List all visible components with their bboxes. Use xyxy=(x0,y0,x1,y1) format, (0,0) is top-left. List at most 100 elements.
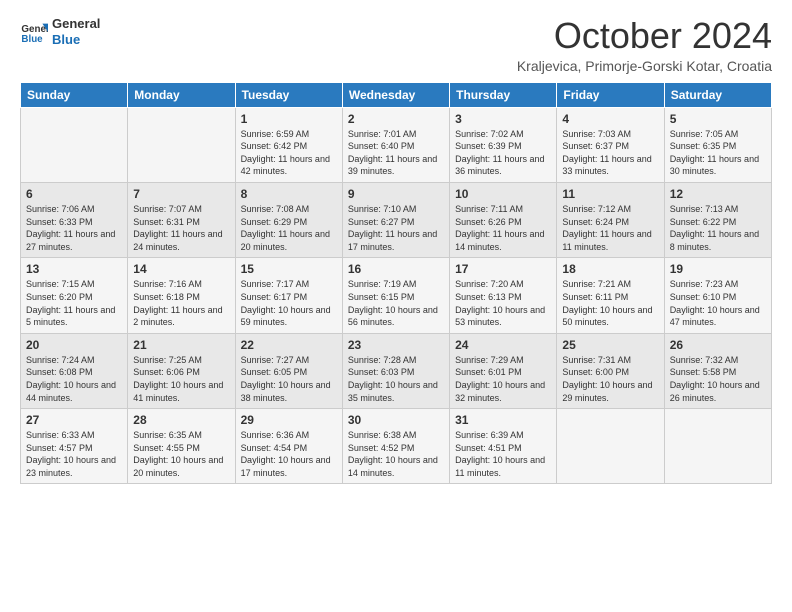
day-info: Sunrise: 7:05 AMSunset: 6:35 PMDaylight:… xyxy=(670,128,766,178)
day-number: 1 xyxy=(241,112,337,126)
calendar-day-cell: 10 Sunrise: 7:11 AMSunset: 6:26 PMDayligh… xyxy=(450,182,557,257)
day-info: Sunrise: 7:19 AMSunset: 6:15 PMDaylight:… xyxy=(348,278,444,328)
day-info: Sunrise: 7:16 AMSunset: 6:18 PMDaylight:… xyxy=(133,278,229,328)
day-info: Sunrise: 7:10 AMSunset: 6:27 PMDaylight:… xyxy=(348,203,444,253)
calendar-day-cell: 31Sunrise: 6:39 AMSunset: 4:51 PMDayligh… xyxy=(450,409,557,484)
calendar-day-cell: 25Sunrise: 7:31 AMSunset: 6:00 PMDayligh… xyxy=(557,333,664,408)
calendar-day-cell: 8 Sunrise: 7:08 AMSunset: 6:29 PMDaylight… xyxy=(235,182,342,257)
calendar-day-cell xyxy=(557,409,664,484)
day-number: 17 xyxy=(455,262,551,276)
day-number: 12 xyxy=(670,187,766,201)
day-number: 31 xyxy=(455,413,551,427)
title-block: October 2024 Kraljevica, Primorje-Gorski… xyxy=(517,16,772,74)
calendar-week-row: 13 Sunrise: 7:15 AMSunset: 6:20 PMDayligh… xyxy=(21,258,772,333)
weekday-header: Saturday xyxy=(664,82,771,107)
day-info: Sunrise: 7:25 AMSunset: 6:06 PMDaylight:… xyxy=(133,354,229,404)
day-number: 29 xyxy=(241,413,337,427)
calendar-day-cell: 1Sunrise: 6:59 AMSunset: 6:42 PMDaylight… xyxy=(235,107,342,182)
calendar-day-cell: 4 Sunrise: 7:03 AMSunset: 6:37 PMDaylight… xyxy=(557,107,664,182)
calendar-week-row: 6 Sunrise: 7:06 AMSunset: 6:33 PMDaylight… xyxy=(21,182,772,257)
calendar-day-cell: 5Sunrise: 7:05 AMSunset: 6:35 PMDaylight… xyxy=(664,107,771,182)
calendar-day-cell: 3 Sunrise: 7:02 AMSunset: 6:39 PMDaylight… xyxy=(450,107,557,182)
calendar-day-cell: 27 Sunrise: 6:33 AMSunset: 4:57 PMDayligh… xyxy=(21,409,128,484)
day-info: Sunrise: 6:38 AMSunset: 4:52 PMDaylight:… xyxy=(348,429,444,479)
weekday-header: Thursday xyxy=(450,82,557,107)
day-info: Sunrise: 6:36 AMSunset: 4:54 PMDaylight:… xyxy=(241,429,337,479)
calendar-day-cell: 30 Sunrise: 6:38 AMSunset: 4:52 PMDayligh… xyxy=(342,409,449,484)
weekday-header: Sunday xyxy=(21,82,128,107)
calendar-day-cell: 22 Sunrise: 7:27 AMSunset: 6:05 PMDayligh… xyxy=(235,333,342,408)
day-number: 27 xyxy=(26,413,122,427)
calendar-title: October 2024 xyxy=(517,16,772,56)
header: General Blue General Blue October 2024 K… xyxy=(20,16,772,74)
day-info: Sunrise: 7:03 AMSunset: 6:37 PMDaylight:… xyxy=(562,128,658,178)
day-number: 23 xyxy=(348,338,444,352)
day-info: Sunrise: 7:02 AMSunset: 6:39 PMDaylight:… xyxy=(455,128,551,178)
day-number: 10 xyxy=(455,187,551,201)
day-info: Sunrise: 7:06 AMSunset: 6:33 PMDaylight:… xyxy=(26,203,122,253)
day-info: Sunrise: 7:21 AMSunset: 6:11 PMDaylight:… xyxy=(562,278,658,328)
calendar-day-cell: 13 Sunrise: 7:15 AMSunset: 6:20 PMDayligh… xyxy=(21,258,128,333)
weekday-header: Wednesday xyxy=(342,82,449,107)
logo: General Blue General Blue xyxy=(20,16,100,47)
day-info: Sunrise: 7:01 AMSunset: 6:40 PMDaylight:… xyxy=(348,128,444,178)
weekday-header: Friday xyxy=(557,82,664,107)
day-number: 13 xyxy=(26,262,122,276)
day-info: Sunrise: 7:31 AMSunset: 6:00 PMDaylight:… xyxy=(562,354,658,404)
day-info: Sunrise: 7:13 AMSunset: 6:22 PMDaylight:… xyxy=(670,203,766,253)
logo-general: General xyxy=(52,16,100,32)
day-number: 24 xyxy=(455,338,551,352)
day-number: 8 xyxy=(241,187,337,201)
calendar-day-cell: 16Sunrise: 7:19 AMSunset: 6:15 PMDayligh… xyxy=(342,258,449,333)
calendar-day-cell: 20Sunrise: 7:24 AMSunset: 6:08 PMDayligh… xyxy=(21,333,128,408)
calendar-day-cell: 29 Sunrise: 6:36 AMSunset: 4:54 PMDayligh… xyxy=(235,409,342,484)
day-number: 6 xyxy=(26,187,122,201)
day-number: 7 xyxy=(133,187,229,201)
day-info: Sunrise: 7:27 AMSunset: 6:05 PMDaylight:… xyxy=(241,354,337,404)
calendar-day-cell xyxy=(664,409,771,484)
calendar-day-cell: 23Sunrise: 7:28 AMSunset: 6:03 PMDayligh… xyxy=(342,333,449,408)
calendar-week-row: 20Sunrise: 7:24 AMSunset: 6:08 PMDayligh… xyxy=(21,333,772,408)
day-number: 15 xyxy=(241,262,337,276)
calendar-week-row: 1Sunrise: 6:59 AMSunset: 6:42 PMDaylight… xyxy=(21,107,772,182)
logo-blue: Blue xyxy=(52,32,100,48)
calendar-day-cell: 9 Sunrise: 7:10 AMSunset: 6:27 PMDaylight… xyxy=(342,182,449,257)
logo-icon: General Blue xyxy=(20,18,48,46)
calendar-day-cell: 2Sunrise: 7:01 AMSunset: 6:40 PMDaylight… xyxy=(342,107,449,182)
day-info: Sunrise: 7:32 AMSunset: 5:58 PMDaylight:… xyxy=(670,354,766,404)
calendar-day-cell: 18 Sunrise: 7:21 AMSunset: 6:11 PMDayligh… xyxy=(557,258,664,333)
calendar-header-row: SundayMondayTuesdayWednesdayThursdayFrid… xyxy=(21,82,772,107)
day-number: 22 xyxy=(241,338,337,352)
day-info: Sunrise: 7:17 AMSunset: 6:17 PMDaylight:… xyxy=(241,278,337,328)
calendar-table: SundayMondayTuesdayWednesdayThursdayFrid… xyxy=(20,82,772,485)
day-number: 4 xyxy=(562,112,658,126)
day-number: 3 xyxy=(455,112,551,126)
day-info: Sunrise: 7:11 AMSunset: 6:26 PMDaylight:… xyxy=(455,203,551,253)
calendar-day-cell: 28Sunrise: 6:35 AMSunset: 4:55 PMDayligh… xyxy=(128,409,235,484)
weekday-header: Monday xyxy=(128,82,235,107)
day-info: Sunrise: 7:08 AMSunset: 6:29 PMDaylight:… xyxy=(241,203,337,253)
calendar-subtitle: Kraljevica, Primorje-Gorski Kotar, Croat… xyxy=(517,58,772,74)
day-number: 19 xyxy=(670,262,766,276)
day-number: 18 xyxy=(562,262,658,276)
day-number: 14 xyxy=(133,262,229,276)
day-info: Sunrise: 6:35 AMSunset: 4:55 PMDaylight:… xyxy=(133,429,229,479)
calendar-day-cell: 26 Sunrise: 7:32 AMSunset: 5:58 PMDayligh… xyxy=(664,333,771,408)
day-info: Sunrise: 7:23 AMSunset: 6:10 PMDaylight:… xyxy=(670,278,766,328)
day-number: 26 xyxy=(670,338,766,352)
page: General Blue General Blue October 2024 K… xyxy=(0,0,792,612)
day-number: 20 xyxy=(26,338,122,352)
day-info: Sunrise: 6:33 AMSunset: 4:57 PMDaylight:… xyxy=(26,429,122,479)
day-number: 30 xyxy=(348,413,444,427)
calendar-day-cell: 21Sunrise: 7:25 AMSunset: 6:06 PMDayligh… xyxy=(128,333,235,408)
day-info: Sunrise: 7:15 AMSunset: 6:20 PMDaylight:… xyxy=(26,278,122,328)
calendar-day-cell: 15 Sunrise: 7:17 AMSunset: 6:17 PMDayligh… xyxy=(235,258,342,333)
calendar-day-cell: 7Sunrise: 7:07 AMSunset: 6:31 PMDaylight… xyxy=(128,182,235,257)
calendar-day-cell: 19 Sunrise: 7:23 AMSunset: 6:10 PMDayligh… xyxy=(664,258,771,333)
day-number: 9 xyxy=(348,187,444,201)
calendar-week-row: 27 Sunrise: 6:33 AMSunset: 4:57 PMDayligh… xyxy=(21,409,772,484)
day-info: Sunrise: 7:20 AMSunset: 6:13 PMDaylight:… xyxy=(455,278,551,328)
day-info: Sunrise: 7:29 AMSunset: 6:01 PMDaylight:… xyxy=(455,354,551,404)
calendar-day-cell: 14 Sunrise: 7:16 AMSunset: 6:18 PMDayligh… xyxy=(128,258,235,333)
svg-text:Blue: Blue xyxy=(21,33,43,44)
